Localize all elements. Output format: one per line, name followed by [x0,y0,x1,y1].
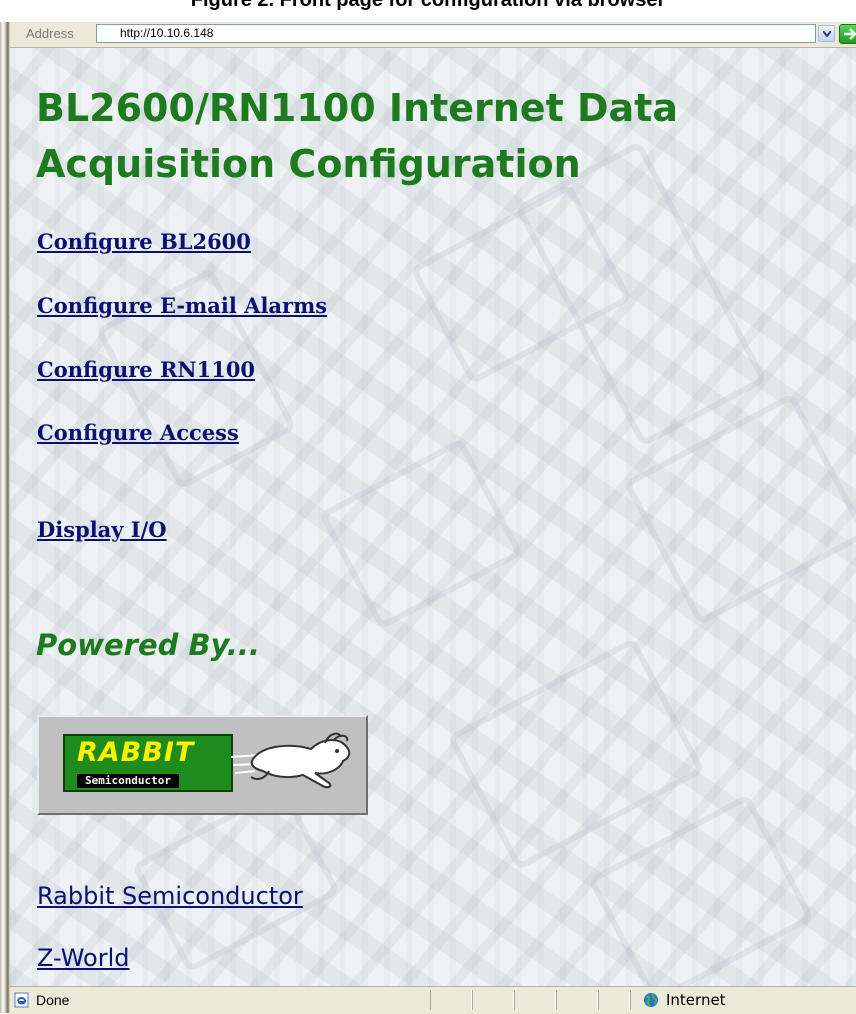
logo-badge: RABBIT Semiconductor [63,734,233,792]
page-content: BL2600/RN1100 Internet Data Acquisition … [10,48,856,986]
rabbit-semiconductor-link[interactable]: Rabbit Semiconductor [37,882,303,910]
address-bar: Address http://10.10.6.148 [10,22,856,48]
arrow-right-icon [843,27,856,41]
browser-window: Address http://10.10.6.148 BL2600/RN1100… [0,22,856,1013]
rabbit-semiconductor-logo[interactable]: RABBIT Semiconductor [37,715,368,815]
address-label: Address [26,26,74,41]
status-pane [430,990,472,1010]
status-pane [472,990,514,1010]
status-text-area: Done [14,990,429,1010]
logo-word: RABBIT [77,737,194,768]
background-pattern [587,794,814,986]
status-pane [514,990,556,1010]
go-button[interactable] [839,24,856,44]
status-pane [598,990,630,1010]
status-bar: Done Internet [10,986,856,1014]
configure-email-alarms-link[interactable]: Configure E-mail Alarms [37,293,327,318]
globe-icon [643,992,659,1008]
figure-caption-text: Figure 2. Front page for configuration v… [191,0,666,9]
background-pattern [318,438,523,631]
address-dropdown-button[interactable] [818,25,835,42]
security-zone[interactable]: Internet [630,990,850,1010]
figure-caption: Figure 2. Front page for configuration v… [0,0,856,22]
display-io-link[interactable]: Display I/O [37,517,167,542]
chevron-down-icon [823,31,831,37]
z-world-link[interactable]: Z-World [37,944,129,972]
zone-label: Internet [666,991,726,1009]
configure-rn1100-link[interactable]: Configure RN1100 [37,357,255,382]
logo-subtitle: Semiconductor [77,774,179,788]
window-left-frame [0,22,10,1013]
status-pane [556,990,598,1010]
configure-access-link[interactable]: Configure Access [37,420,239,445]
status-text: Done [36,992,69,1008]
ie-page-icon [14,992,30,1008]
address-input[interactable]: http://10.10.6.148 [96,24,816,43]
rabbit-icon [229,731,359,793]
powered-by-heading: Powered By... [36,628,260,662]
configure-bl2600-link[interactable]: Configure BL2600 [37,229,251,254]
page-title: BL2600/RN1100 Internet Data Acquisition … [36,80,846,192]
